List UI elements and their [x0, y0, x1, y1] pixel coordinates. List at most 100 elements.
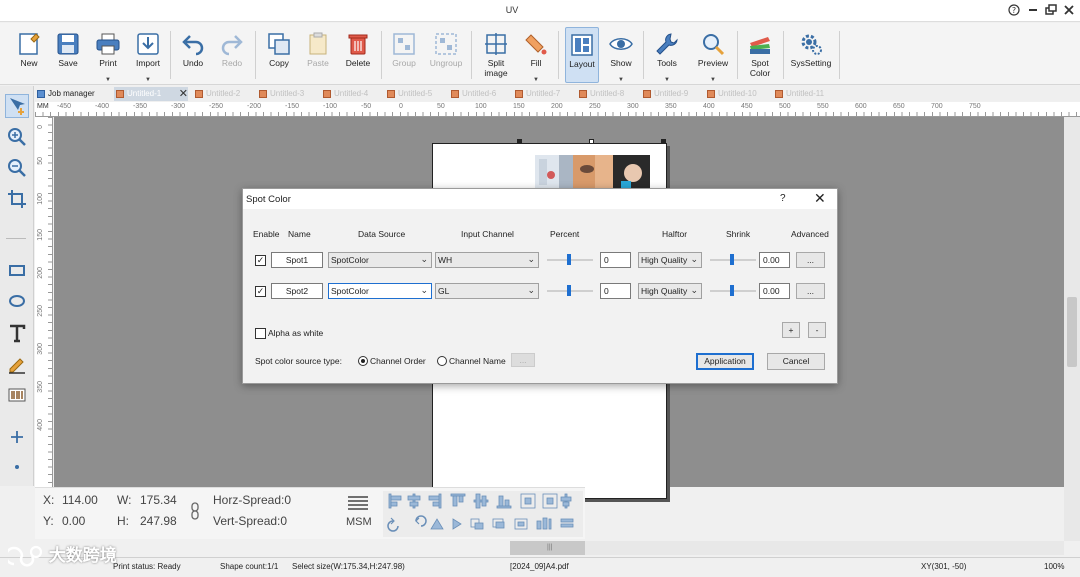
- close-tab-icon[interactable]: ✕: [179, 87, 188, 101]
- redo-button[interactable]: Redo: [216, 27, 248, 83]
- spot1-percent-field[interactable]: 0: [600, 252, 631, 268]
- spot1-percent-slider[interactable]: [547, 252, 593, 268]
- w-value[interactable]: 175.34: [140, 493, 177, 507]
- selection-handle[interactable]: [589, 139, 594, 144]
- preview-button[interactable]: Preview ▼: [694, 27, 732, 83]
- channel-name-radio[interactable]: [437, 356, 447, 366]
- tab-untitled-4[interactable]: Untitled-4: [321, 87, 381, 101]
- spot-color-button[interactable]: Spot Color: [742, 27, 778, 83]
- spot2-advanced-button[interactable]: ...: [796, 283, 825, 299]
- spot2-enable-checkbox[interactable]: ✓: [255, 286, 266, 297]
- copy-button[interactable]: Copy: [262, 27, 296, 83]
- pen-tool[interactable]: [5, 353, 29, 377]
- zoom-in-tool[interactable]: [5, 126, 29, 150]
- tab-untitled-7[interactable]: Untitled-7: [513, 87, 573, 101]
- horizontal-scroll-thumb[interactable]: |||: [510, 541, 590, 555]
- spot2-data-source-select[interactable]: SpotColor ⌄: [328, 283, 432, 299]
- chevron-down-icon[interactable]: ▼: [130, 77, 166, 83]
- channel-name-browse-button[interactable]: ...: [511, 353, 535, 367]
- chevron-down-icon[interactable]: ▼: [519, 77, 553, 83]
- h-value[interactable]: 247.98: [140, 514, 177, 528]
- delete-button[interactable]: Delete: [340, 27, 376, 83]
- channel-order-radio[interactable]: [358, 356, 368, 366]
- layout-button[interactable]: Layout: [565, 27, 599, 83]
- selection-handle[interactable]: [517, 139, 522, 144]
- dialog-help-button[interactable]: ?: [780, 193, 786, 204]
- rectangle-tool[interactable]: [5, 259, 29, 283]
- vertical-ruler[interactable]: 0 50 100 150 200 250 300 350 400: [35, 117, 53, 487]
- dot-tool[interactable]: [5, 456, 29, 480]
- ungroup-button[interactable]: Ungroup: [426, 27, 466, 83]
- split-image-button[interactable]: Split image: [477, 27, 515, 83]
- spot1-advanced-button[interactable]: ...: [796, 252, 825, 268]
- syssetting-button[interactable]: SysSetting: [788, 27, 834, 83]
- horizontal-scrollbar[interactable]: [585, 541, 1064, 555]
- spot1-input-channel-select[interactable]: WH ⌄: [435, 252, 539, 268]
- vert-spread[interactable]: Vert-Spread:0: [213, 514, 287, 528]
- tab-untitled-3[interactable]: Untitled-3: [257, 87, 317, 101]
- spot2-percent-field[interactable]: 0: [600, 283, 631, 299]
- spot1-data-source-select[interactable]: SpotColor ⌄: [328, 252, 432, 268]
- select-tool[interactable]: [5, 94, 29, 118]
- dialog-close-button[interactable]: ✕: [814, 190, 826, 207]
- print-button[interactable]: Print ▼: [91, 27, 125, 83]
- group-button[interactable]: Group: [387, 27, 421, 83]
- spot2-shrink-slider[interactable]: [710, 283, 756, 299]
- tab-untitled-6[interactable]: Untitled-6: [449, 87, 509, 101]
- minimize-icon[interactable]: [1025, 4, 1041, 18]
- paste-button[interactable]: Paste: [301, 27, 335, 83]
- remove-spot-button[interactable]: -: [808, 322, 826, 338]
- tab-untitled-11[interactable]: Untitled-11: [773, 87, 837, 101]
- alpha-as-white-checkbox[interactable]: [255, 328, 266, 339]
- tab-untitled-8[interactable]: Untitled-8: [577, 87, 637, 101]
- save-button[interactable]: Save: [51, 27, 85, 83]
- x-value[interactable]: 114.00: [62, 493, 98, 507]
- add-point-tool[interactable]: [5, 426, 29, 450]
- import-button[interactable]: Import ▼: [130, 27, 166, 83]
- ellipse-tool[interactable]: [5, 290, 29, 314]
- barcode-tool[interactable]: [5, 384, 29, 408]
- vertical-scrollbar[interactable]: [1064, 117, 1080, 541]
- align-distribute-icons[interactable]: [383, 491, 583, 537]
- chevron-down-icon[interactable]: ▼: [650, 77, 684, 83]
- show-button[interactable]: Show ▼: [604, 27, 638, 83]
- placed-image[interactable]: [535, 155, 650, 190]
- spot2-name-field[interactable]: Spot2: [271, 283, 323, 299]
- link-ratio-icon[interactable]: [190, 502, 200, 520]
- y-value[interactable]: 0.00: [62, 514, 85, 528]
- tab-untitled-5[interactable]: Untitled-5: [385, 87, 445, 101]
- spot2-shrink-field[interactable]: 0.00: [759, 283, 790, 299]
- horz-spread[interactable]: Horz-Spread:0: [213, 493, 291, 507]
- zoom-out-tool[interactable]: [5, 157, 29, 181]
- tab-untitled-1[interactable]: Untitled-1 ✕: [114, 87, 188, 101]
- msm-icon[interactable]: [347, 495, 369, 513]
- spot2-halftone-select[interactable]: High Quality ⌄: [638, 283, 702, 299]
- horizontal-ruler[interactable]: MM -450 -400 -350 -300 -250 -200 -150 -1…: [35, 102, 1080, 117]
- undo-button[interactable]: Undo: [177, 27, 209, 83]
- chevron-down-icon[interactable]: ▼: [91, 77, 125, 83]
- fill-button[interactable]: Fill ▼: [519, 27, 553, 83]
- tab-untitled-10[interactable]: Untitled-10: [705, 87, 769, 101]
- selection-handle[interactable]: [661, 139, 666, 144]
- tools-button[interactable]: Tools ▼: [650, 27, 684, 83]
- scroll-thumb[interactable]: [1067, 297, 1077, 367]
- crop-tool[interactable]: [5, 188, 29, 212]
- spot1-shrink-slider[interactable]: [710, 252, 756, 268]
- spot1-enable-checkbox[interactable]: ✓: [255, 255, 266, 266]
- restore-icon[interactable]: [1043, 4, 1059, 18]
- chevron-down-icon[interactable]: ▼: [694, 77, 732, 83]
- help-icon[interactable]: ?: [1006, 4, 1022, 18]
- tab-untitled-2[interactable]: Untitled-2: [193, 87, 253, 101]
- spot1-shrink-field[interactable]: 0.00: [759, 252, 790, 268]
- close-window-icon[interactable]: [1061, 4, 1077, 18]
- tab-job-manager[interactable]: Job manager: [35, 87, 113, 101]
- spot1-halftone-select[interactable]: High Quality ⌄: [638, 252, 702, 268]
- spot2-input-channel-select[interactable]: GL ⌄: [435, 283, 539, 299]
- text-tool[interactable]: [5, 322, 29, 346]
- spot1-name-field[interactable]: Spot1: [271, 252, 323, 268]
- chevron-down-icon[interactable]: ▼: [604, 77, 638, 83]
- new-button[interactable]: New: [12, 27, 46, 83]
- cancel-button[interactable]: Cancel: [767, 353, 825, 370]
- add-spot-button[interactable]: +: [782, 322, 800, 338]
- application-button[interactable]: Application: [696, 353, 754, 370]
